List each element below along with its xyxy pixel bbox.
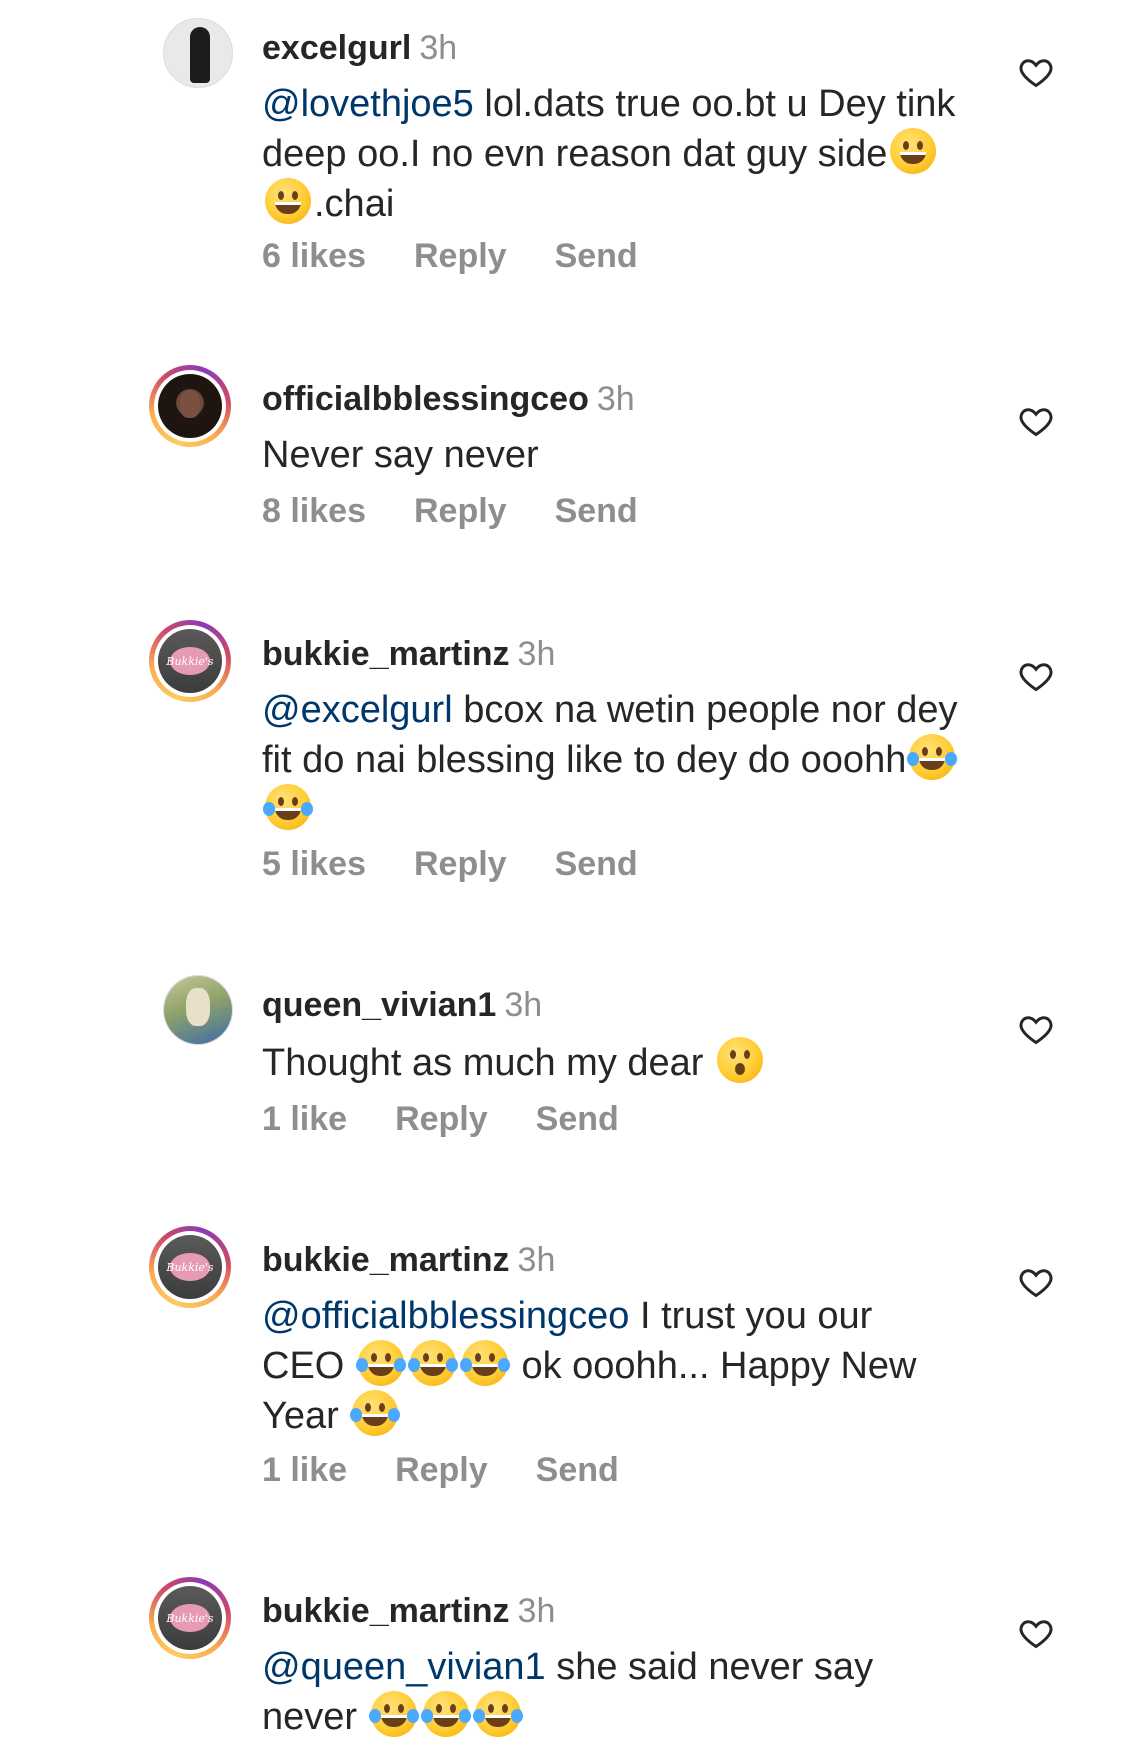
face-with-tears-of-joy-emoji [355,1340,406,1386]
send-button[interactable]: Send [536,1100,619,1138]
timestamp: 3h [419,29,458,67]
avatar-photo: Bukkie's [158,1586,222,1650]
likes-count[interactable]: 8 likes [262,492,366,530]
face-with-tears-of-joy-emoji [459,1340,510,1386]
comment-text: @officialbblessingceo I trust you our CE… [262,1292,962,1440]
comment-header: officialbblessingceo 3h [262,377,635,421]
grinning-face-emoji [890,128,937,174]
likes-count[interactable]: 6 likes [262,237,366,275]
send-button[interactable]: Send [536,1451,619,1489]
send-button[interactable]: Send [555,845,638,883]
comment-header: bukkie_martinz 3h [262,632,555,676]
reply-button[interactable]: Reply [395,1100,488,1138]
mention-link[interactable]: @officialbblessingceo [262,1295,629,1337]
send-button[interactable]: Send [555,492,638,530]
username[interactable]: officialbblessingceo [262,380,589,418]
avatar-figure [190,27,210,83]
comment-actions: 6 likes Reply Send [262,234,686,278]
face-with-tears-of-joy-emoji [350,1390,401,1436]
likes-count[interactable]: 1 like [262,1451,347,1489]
avatar-photo: Bukkie's [158,1235,222,1299]
username[interactable]: bukkie_martinz [262,1592,510,1630]
heart-icon[interactable] [1017,1615,1055,1651]
timestamp: 3h [504,986,543,1024]
reply-button[interactable]: Reply [414,492,507,530]
comment-text-part: .chai [314,183,395,225]
comment-text: @lovethjoe5 lol.dats true oo.bt u Dey ti… [262,80,962,228]
timestamp: 3h [596,380,635,418]
heart-icon[interactable] [1017,1264,1055,1300]
avatar[interactable] [163,975,233,1045]
face-with-tears-of-joy-emoji [420,1691,471,1737]
likes-count[interactable]: 1 like [262,1100,347,1138]
face-with-tears-of-joy-emoji [368,1691,419,1737]
username[interactable]: bukkie_martinz [262,1241,510,1279]
avatar[interactable] [149,365,231,447]
username[interactable]: excelgurl [262,29,411,67]
mention-link[interactable]: @excelgurl [262,689,453,731]
avatar-photo: Bukkie's [158,629,222,693]
heart-icon[interactable] [1017,403,1055,439]
mention-link[interactable]: @queen_vivian1 [262,1646,546,1688]
comment-header: bukkie_martinz 3h [262,1589,555,1633]
hushed-face-emoji [717,1037,763,1083]
comment-actions: 1 like Reply Send [262,1097,667,1141]
timestamp: 3h [517,635,556,673]
reply-button[interactable]: Reply [414,237,507,275]
comment-text: @queen_vivian1 she said never say never [262,1643,962,1741]
username[interactable]: queen_vivian1 [262,986,496,1024]
face-with-tears-of-joy-emoji [263,784,313,830]
comment-actions: 5 likes Reply Send [262,842,686,886]
face-with-tears-of-joy-emoji [907,734,958,780]
face-with-tears-of-joy-emoji [407,1340,458,1386]
timestamp: 3h [517,1592,556,1630]
comment-actions: 1 like Reply Send [262,1448,667,1492]
send-button[interactable]: Send [555,237,638,275]
likes-count[interactable]: 5 likes [262,845,366,883]
comment-text: Never say never [262,431,962,479]
username[interactable]: bukkie_martinz [262,635,510,673]
avatar-photo [164,976,232,1044]
comment-text-part: Thought as much my dear [262,1042,714,1084]
comment-header: bukkie_martinz 3h [262,1238,555,1282]
reply-button[interactable]: Reply [414,845,507,883]
comment-text: @excelgurl bcox na wetin people nor dey … [262,686,962,834]
grinning-face-emoji [265,178,311,224]
avatar-photo [158,374,222,438]
heart-icon[interactable] [1017,1011,1055,1047]
timestamp: 3h [517,1241,556,1279]
heart-icon[interactable] [1017,658,1055,694]
mention-link[interactable]: @lovethjoe5 [262,83,474,125]
heart-icon[interactable] [1017,54,1055,90]
comment-text: Thought as much my dear [262,1037,962,1087]
comment-header: excelgurl 3h [262,26,457,70]
avatar[interactable]: Bukkie's [149,1226,231,1308]
reply-button[interactable]: Reply [395,1451,488,1489]
comment-actions: 8 likes Reply Send [262,489,686,533]
face-with-tears-of-joy-emoji [472,1691,523,1737]
avatar[interactable] [163,18,233,88]
avatar[interactable]: Bukkie's [149,1577,231,1659]
comment-header: queen_vivian1 3h [262,983,542,1027]
avatar[interactable]: Bukkie's [149,620,231,702]
comment-text-part: Never say never [262,434,539,476]
